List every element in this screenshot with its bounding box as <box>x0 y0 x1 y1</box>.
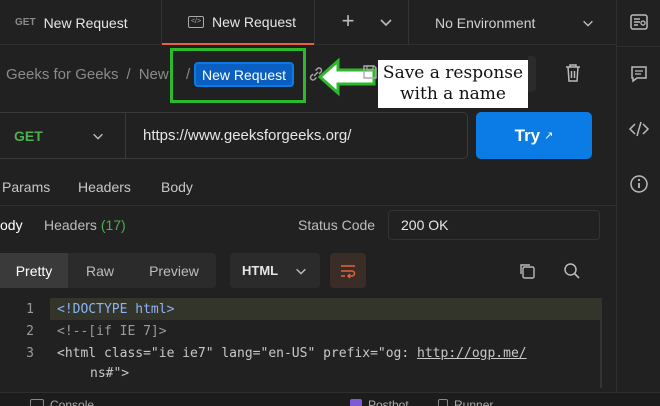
send-button[interactable]: Try ↗ <box>476 112 592 159</box>
environment-value: No Environment <box>435 14 536 31</box>
tab-title: New Request <box>212 13 297 30</box>
line-number: 1 <box>26 302 34 317</box>
breadcrumb-separator: / <box>126 66 131 83</box>
status-code-value: 200 OK <box>401 217 449 233</box>
save-button[interactable] <box>528 56 536 92</box>
response-tab-headers[interactable]: Headers (17) <box>44 217 126 233</box>
breadcrumb: Geeks for Geeks / New <box>6 66 169 83</box>
chevron-down-icon <box>296 268 306 275</box>
runner-icon[interactable] <box>438 399 448 406</box>
pane-divider[interactable] <box>0 205 616 206</box>
code-scrollbar[interactable] <box>600 298 602 388</box>
request-name-input[interactable]: New Request <box>194 62 294 87</box>
method-select[interactable]: GET <box>0 113 126 158</box>
chevron-down-icon <box>583 20 593 27</box>
save-icon[interactable] <box>362 64 378 85</box>
external-arrow-icon: ↗ <box>544 130 554 142</box>
right-sidebar <box>616 0 660 406</box>
url-value: https://www.geeksforgeeks.org/ <box>143 127 352 144</box>
environment-select[interactable]: No Environment <box>409 0 607 45</box>
tab-method: GET <box>15 17 36 28</box>
breadcrumb-folder[interactable]: New <box>139 66 169 83</box>
annotation-callout: Save a response with a name <box>378 60 528 108</box>
view-preview-button[interactable]: Preview <box>132 253 216 288</box>
response-headers-label: Headers <box>44 217 97 233</box>
view-raw-label: Raw <box>85 262 114 279</box>
chevron-down-icon <box>93 133 103 140</box>
line-number: 2 <box>26 324 34 339</box>
response-tab-body[interactable]: ody <box>0 217 23 233</box>
footer-postbot[interactable]: Postbot <box>368 398 409 406</box>
postbot-icon[interactable] <box>350 399 362 406</box>
footer-runner[interactable]: Runner <box>454 398 493 406</box>
environment-quicklook-icon[interactable] <box>629 12 649 37</box>
annotation-line-2: with a name <box>400 84 506 104</box>
search-icon[interactable] <box>563 262 581 285</box>
request-tab-icon: </> <box>188 15 204 28</box>
code-link[interactable]: http://ogp.me/ <box>417 346 527 361</box>
code-line: <!--[if IE 7]> <box>57 324 167 339</box>
code-line: <html class="ie ie7" lang="en-US" prefix… <box>57 346 527 361</box>
code-line: <!DOCTYPE html> <box>57 302 175 317</box>
annotation-line-1: Save a response <box>382 63 524 83</box>
tab-request-1[interactable]: GET New Request <box>0 0 160 45</box>
status-code-box: 200 OK <box>388 210 600 240</box>
url-input[interactable]: https://www.geeksforgeeks.org/ <box>127 113 467 158</box>
status-bar <box>0 392 660 406</box>
wrap-lines-icon <box>341 264 356 279</box>
footer-console[interactable]: Console <box>50 398 94 406</box>
view-preview-label: Preview <box>149 262 199 279</box>
wrap-lines-button[interactable] <box>330 253 366 288</box>
code-line-wrap: ns#"> <box>90 366 130 381</box>
code-text: <html class="ie ie7" lang="en-US" prefix… <box>57 346 418 361</box>
copy-icon[interactable] <box>518 262 536 285</box>
tabs-menu-chevron-icon[interactable] <box>378 14 394 30</box>
breadcrumb-workspace[interactable]: Geeks for Geeks <box>6 66 119 83</box>
format-value: HTML <box>242 263 279 278</box>
info-icon[interactable] <box>629 174 649 199</box>
tab-request-2[interactable]: </> New Request <box>162 0 314 45</box>
url-bar: GET https://www.geeksforgeeks.org/ <box>0 112 468 159</box>
tab-bar: GET New Request </> New Request + No Env… <box>0 0 660 45</box>
trash-icon[interactable] <box>564 63 582 88</box>
tab-headers[interactable]: Headers <box>78 179 131 195</box>
format-select[interactable]: HTML <box>230 253 320 288</box>
view-pretty-label: Pretty <box>15 262 53 279</box>
status-code-label: Status Code <box>298 217 376 233</box>
code-snippet-icon[interactable] <box>628 120 650 143</box>
tab-title: New Request <box>43 14 128 31</box>
line-number: 3 <box>26 346 34 361</box>
comments-icon[interactable] <box>629 64 649 89</box>
tab-params[interactable]: Params <box>2 179 50 195</box>
console-icon[interactable] <box>30 399 44 406</box>
tab-body[interactable]: Body <box>161 179 193 195</box>
headers-count-badge: (17) <box>100 217 126 233</box>
view-raw-button[interactable]: Raw <box>68 253 132 288</box>
method-value: GET <box>14 127 43 144</box>
request-name-value: New Request <box>201 66 287 83</box>
send-label: Try <box>514 125 541 145</box>
new-tab-button[interactable]: + <box>338 10 358 34</box>
view-pretty-button[interactable]: Pretty <box>0 253 68 288</box>
